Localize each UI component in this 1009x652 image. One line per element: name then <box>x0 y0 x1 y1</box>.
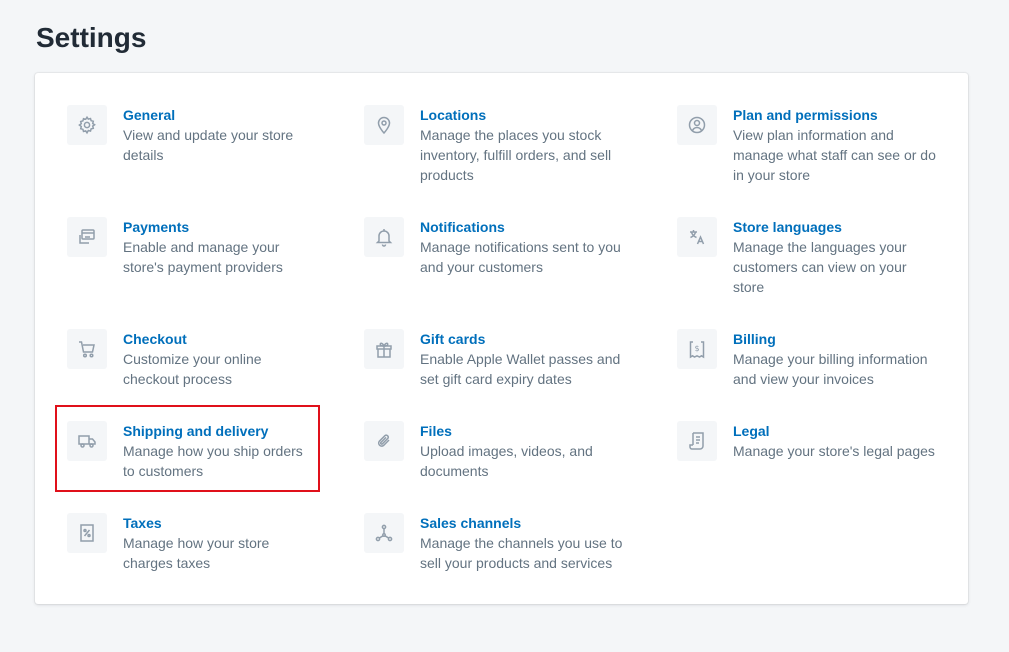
settings-item-title: Legal <box>733 423 770 439</box>
settings-item-billing[interactable]: $ Billing Manage your billing informatio… <box>677 329 952 389</box>
settings-item-desc: Manage the languages your customers can … <box>733 239 907 295</box>
settings-item-desc: View plan information and manage what st… <box>733 127 936 183</box>
settings-item-title: Payments <box>123 219 190 235</box>
settings-item-desc: Manage the channels you use to sell your… <box>420 535 623 571</box>
settings-item-legal[interactable]: Legal Manage your store's legal pages <box>677 421 952 461</box>
settings-item-title: Gift cards <box>420 331 486 347</box>
settings-item-gift-cards[interactable]: Gift cards Enable Apple Wallet passes an… <box>364 329 644 389</box>
cart-icon <box>67 329 107 369</box>
settings-item-desc: Manage your billing information and view… <box>733 351 928 387</box>
legal-document-icon <box>677 421 717 461</box>
location-pin-icon <box>364 105 404 145</box>
settings-item-title: General <box>123 107 176 123</box>
settings-item-desc: Manage how your store charges taxes <box>123 535 270 571</box>
settings-item-files[interactable]: Files Upload images, videos, and documen… <box>364 421 644 481</box>
paperclip-icon <box>364 421 404 461</box>
settings-item-desc: Manage your store's legal pages <box>733 443 935 459</box>
tax-receipt-icon <box>67 513 107 553</box>
settings-item-desc: Customize your online checkout process <box>123 351 262 387</box>
channels-icon <box>364 513 404 553</box>
settings-item-title: Notifications <box>420 219 505 235</box>
page-title: Settings <box>36 22 147 53</box>
settings-item-desc: Enable and manage your store's payment p… <box>123 239 283 275</box>
svg-text:$: $ <box>694 344 699 353</box>
settings-item-plan[interactable]: Plan and permissions View plan informati… <box>677 105 952 185</box>
settings-item-desc: Manage notifications sent to you and you… <box>420 239 621 275</box>
translate-icon <box>677 217 717 257</box>
bell-icon <box>364 217 404 257</box>
settings-item-title: Plan and permissions <box>733 107 878 123</box>
settings-item-locations[interactable]: Locations Manage the places you stock in… <box>364 105 634 185</box>
settings-item-title: Billing <box>733 331 776 347</box>
highlight-box <box>55 405 320 492</box>
settings-item-title: Files <box>420 423 452 439</box>
billing-icon: $ <box>677 329 717 369</box>
settings-item-title: Locations <box>420 107 487 123</box>
settings-item-desc: Enable Apple Wallet passes and set gift … <box>420 351 621 387</box>
settings-item-notifications[interactable]: Notifications Manage notifications sent … <box>364 217 644 277</box>
settings-item-desc: Manage the places you stock inventory, f… <box>420 127 612 183</box>
gift-icon <box>364 329 404 369</box>
gear-icon <box>67 105 107 145</box>
payment-icon <box>67 217 107 257</box>
settings-item-general[interactable]: General View and update your store detai… <box>67 105 317 165</box>
user-circle-icon <box>677 105 717 145</box>
settings-item-sales-channels[interactable]: Sales channels Manage the channels you u… <box>364 513 644 573</box>
settings-item-title: Checkout <box>123 331 187 347</box>
settings-item-payments[interactable]: Payments Enable and manage your store's … <box>67 217 317 277</box>
settings-item-taxes[interactable]: Taxes Manage how your store charges taxe… <box>67 513 317 573</box>
settings-item-title: Store languages <box>733 219 842 235</box>
settings-item-desc: View and update your store details <box>123 127 294 163</box>
settings-item-checkout[interactable]: Checkout Customize your online checkout … <box>67 329 317 389</box>
settings-item-title: Sales channels <box>420 515 522 531</box>
settings-item-languages[interactable]: Store languages Manage the languages you… <box>677 217 952 297</box>
settings-item-desc: Upload images, videos, and documents <box>420 443 593 479</box>
settings-item-title: Taxes <box>123 515 162 531</box>
